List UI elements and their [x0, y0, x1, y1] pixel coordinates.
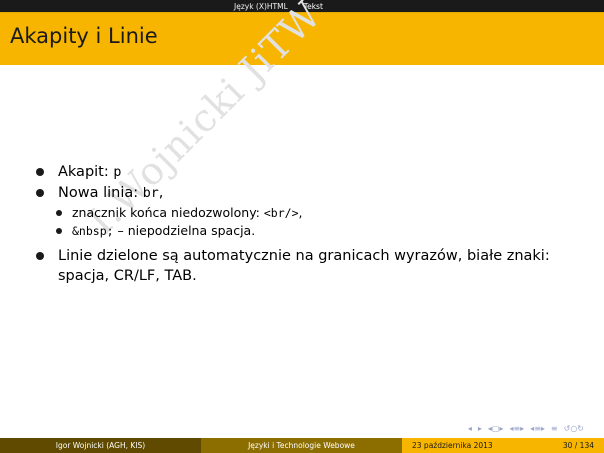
nav-section-icon[interactable]: ◂≡▸	[530, 424, 545, 433]
sub-bullet-item: znacznik końca niedozwolony: <br/>,	[36, 204, 586, 222]
footer-date: 23 października 2013	[412, 441, 493, 450]
footer-author: Igor Wojnicki (AGH, KIS)	[0, 438, 201, 453]
nav-frame-icon[interactable]: ◂▢▸	[488, 424, 504, 433]
bullet-item: Linie dzielone są automatycznie na grani…	[36, 246, 586, 286]
bullet-text: Linie dzielone są automatycznie na grani…	[58, 248, 550, 284]
footer-bar: Igor Wojnicki (AGH, KIS) Języki i Techno…	[0, 438, 604, 453]
bullet-icon	[36, 189, 44, 197]
sub-bullet-icon	[56, 228, 62, 234]
bullet-item: Nowa linia: br,	[36, 183, 586, 204]
bullet-suffix: ,	[158, 185, 164, 201]
slide-content: Akapit: p Nowa linia: br, znacznik końca…	[36, 162, 586, 286]
footer-page-number: 30 / 134	[562, 441, 594, 450]
sub-bullet-item: &nbsp; – niepodzielna spacja.	[36, 222, 586, 240]
sub-bullet-text: – niepodzielna spacja.	[113, 223, 256, 238]
bullet-code: br	[142, 186, 159, 201]
sub-bullet-icon	[56, 210, 62, 216]
footer-course: Języki i Technologie Webowe	[201, 438, 402, 453]
bullet-icon	[36, 252, 44, 260]
footer-date-page: 23 października 2013 30 / 134	[402, 438, 604, 453]
bullet-item: Akapit: p	[36, 162, 586, 183]
sub-bullet-suffix: ,	[298, 205, 303, 220]
nav-prev-icon[interactable]: ▸	[478, 424, 482, 433]
bullet-text: Akapit:	[58, 164, 114, 180]
sub-bullet-code: <br/>	[263, 206, 299, 220]
beamer-navigation-controls: ◂ ▸ ◂▢▸ ◂≡▸ ◂≡▸ ≡ ↺○↻	[468, 424, 584, 433]
nav-section-xhtml[interactable]: Język (X)HTML	[234, 2, 288, 11]
nav-search-icon[interactable]: ↺○↻	[564, 424, 584, 433]
slide-title: Akapity i Linie	[10, 24, 158, 48]
bullet-icon	[36, 168, 44, 176]
sub-bullet-code: &nbsp;	[72, 224, 114, 238]
nav-first-icon[interactable]: ◂	[468, 424, 472, 433]
nav-align-icon[interactable]: ≡	[551, 424, 558, 433]
bullet-text: Nowa linia:	[58, 185, 143, 201]
sub-bullet-list: znacznik końca niedozwolony: <br/>, &nbs…	[36, 204, 586, 240]
bullet-code: p	[113, 165, 122, 180]
sub-bullet-text: znacznik końca niedozwolony:	[72, 205, 264, 220]
nav-next-icon[interactable]: ◂≡▸	[509, 424, 524, 433]
